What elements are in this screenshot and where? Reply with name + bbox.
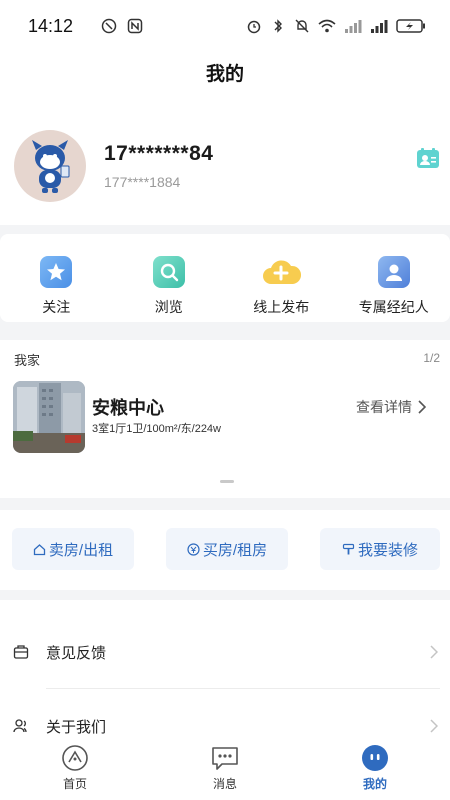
my-home-pager: 1/2: [423, 351, 440, 365]
quick-agent-label: 专属经纪人: [358, 299, 429, 315]
menu-item-about-label: 关于我们: [46, 718, 107, 736]
status-bar: 14:12: [0, 0, 450, 52]
yen-icon: [187, 542, 200, 556]
brush-icon: [342, 543, 355, 554]
menu-item-feedback-label: 意见反馈: [46, 644, 107, 662]
people-icon: [13, 719, 27, 733]
quick-browse-label: 浏览: [154, 299, 183, 315]
message-icon: [212, 747, 238, 770]
house-name: 安粮中心: [92, 398, 164, 418]
status-time: 14:12: [28, 15, 74, 36]
chevron-right-icon: [430, 719, 438, 733]
tab-home[interactable]: 首页: [0, 740, 150, 800]
n-status-icon: [127, 18, 143, 34]
quick-agent[interactable]: 专属经纪人: [338, 234, 450, 322]
signal-icon: [345, 20, 362, 33]
sell-rent-label: 卖房/出租: [48, 541, 114, 559]
search-icon: [152, 256, 185, 288]
tab-profile[interactable]: 我的: [300, 740, 450, 800]
house-photo[interactable]: [13, 381, 85, 453]
quick-publish[interactable]: 线上发布: [225, 234, 338, 322]
action-buttons: 卖房/出租 买房/租房 我要装修: [0, 510, 450, 590]
bottom-tab-bar: 首页 消息 我的: [0, 740, 450, 800]
quick-actions: 关注 浏览 线上发布 专属经纪人: [0, 234, 450, 322]
house-detail: 3室1厅1卫/100m²/东/224w: [92, 423, 221, 435]
building-photo-icon: [13, 381, 85, 453]
nfc-status-icon: [101, 18, 117, 34]
home-icon: [62, 745, 88, 771]
avatar[interactable]: [14, 130, 86, 202]
house-icon: [33, 543, 46, 555]
view-detail-link[interactable]: 查看详情: [356, 397, 426, 417]
profile-section: 17*******84 177****1884: [0, 92, 450, 225]
my-home-section: 我家 1/2 安粮中心 3室1厅1卫/100m²/东/224w 查看详情: [0, 340, 450, 498]
my-home-heading: 我家: [14, 353, 41, 368]
alarm-icon: [247, 20, 261, 34]
battery-icon: [396, 19, 425, 33]
tab-messages[interactable]: 消息: [150, 740, 300, 800]
agent-icon: [377, 256, 410, 288]
title-bar: 我的: [0, 52, 450, 92]
chevron-right-icon: [418, 400, 426, 414]
buy-rent-button[interactable]: 买房/租房: [166, 528, 288, 570]
user-phone: 177****1884: [104, 174, 181, 190]
mascot-avatar-icon: [32, 140, 70, 193]
business-card-icon[interactable]: [416, 147, 440, 171]
profile-icon: [362, 745, 388, 771]
quick-follow[interactable]: 关注: [0, 234, 113, 322]
decorate-label: 我要装修: [357, 541, 418, 559]
user-name: 17*******84: [104, 142, 214, 165]
star-icon: [40, 256, 73, 288]
buy-rent-label: 买房/租房: [202, 541, 268, 559]
wifi-icon: [318, 19, 336, 33]
menu-item-feedback[interactable]: 意见反馈: [0, 624, 450, 680]
mute-icon: [295, 19, 309, 33]
quick-follow-label: 关注: [42, 299, 71, 315]
feedback-icon: [13, 645, 29, 659]
tab-home-label: 首页: [62, 777, 87, 791]
view-detail-label: 查看详情: [356, 399, 412, 415]
bluetooth-icon: [274, 19, 282, 33]
sell-rent-button[interactable]: 卖房/出租: [12, 528, 134, 570]
pager-indicator: [220, 480, 234, 483]
tab-profile-label: 我的: [362, 777, 387, 791]
quick-publish-label: 线上发布: [253, 299, 310, 315]
tab-messages-label: 消息: [212, 777, 237, 791]
chevron-right-icon: [430, 645, 438, 659]
page-title: 我的: [205, 63, 244, 85]
signal-2-icon: [371, 20, 388, 33]
cloud-plus-icon: [261, 256, 302, 288]
decorate-button[interactable]: 我要装修: [320, 528, 440, 570]
menu-divider: [46, 688, 440, 689]
quick-browse[interactable]: 浏览: [113, 234, 226, 322]
